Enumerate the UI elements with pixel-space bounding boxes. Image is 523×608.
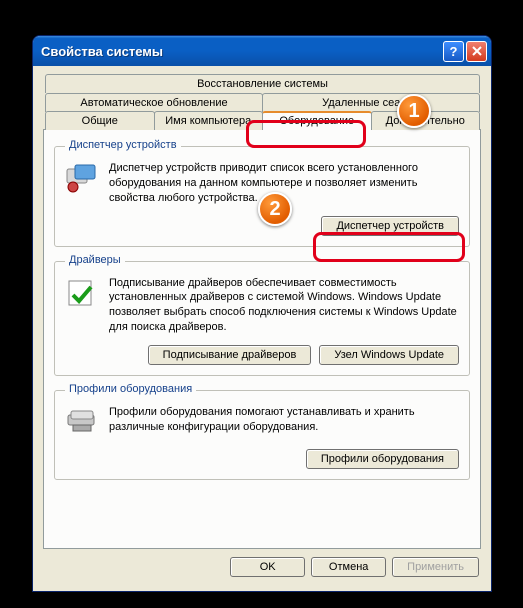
system-properties-window: Свойства системы ? Восстановление систем… — [32, 35, 492, 592]
tab-label: Оборудование — [279, 115, 354, 127]
group-title: Диспетчер устройств — [65, 139, 181, 151]
tab-row-1b: Автоматическое обновление Удаленные сеан… — [45, 93, 479, 112]
tab-label: Удаленные сеансы — [322, 97, 420, 109]
tab-hardware[interactable]: Оборудование — [262, 111, 372, 130]
close-button[interactable] — [466, 41, 487, 62]
tab-label: Дополнительно — [386, 115, 465, 127]
tab-remote-sessions[interactable]: Удаленные сеансы — [262, 93, 480, 112]
window-body: Восстановление системы Автоматическое об… — [33, 66, 491, 591]
tab-system-restore[interactable]: Восстановление системы — [45, 74, 480, 93]
tab-panel-hardware: Диспетчер устройств Диспетчер устройств … — [43, 129, 481, 549]
close-icon — [471, 45, 483, 57]
tab-row-1: Восстановление системы — [45, 74, 479, 93]
cancel-button[interactable]: Отмена — [311, 557, 386, 577]
group-text: Подписывание драйверов обеспечивает совм… — [109, 276, 459, 335]
apply-button[interactable]: Применить — [392, 557, 479, 577]
window-title: Свойства системы — [41, 44, 441, 59]
group-text: Профили оборудования помогают устанавлив… — [109, 405, 459, 439]
tab-label: Имя компьютера — [165, 115, 251, 127]
group-title: Профили оборудования — [65, 383, 196, 395]
tabs-area: Восстановление системы Автоматическое об… — [43, 74, 481, 549]
tab-general[interactable]: Общие — [45, 111, 155, 130]
tab-advanced[interactable]: Дополнительно — [371, 111, 481, 130]
tab-label: Общие — [82, 115, 118, 127]
tab-label: Восстановление системы — [197, 78, 328, 90]
group-drivers: Драйверы Подписывание драйверов обеспечи… — [54, 261, 470, 376]
tab-label: Автоматическое обновление — [80, 97, 227, 109]
titlebar[interactable]: Свойства системы ? — [33, 36, 491, 66]
tab-auto-update[interactable]: Автоматическое обновление — [45, 93, 263, 112]
device-manager-icon — [65, 161, 99, 195]
ok-button[interactable]: OK — [230, 557, 305, 577]
hw-profiles-icon — [65, 405, 99, 439]
group-hw-profiles: Профили оборудования Профили оборудовани… — [54, 390, 470, 480]
group-text: Диспетчер устройств приводит список всег… — [109, 161, 459, 206]
dialog-buttons: OK Отмена Применить — [43, 549, 481, 581]
group-title: Драйверы — [65, 254, 125, 266]
hw-profiles-button[interactable]: Профили оборудования — [306, 449, 459, 469]
group-device-manager: Диспетчер устройств Диспетчер устройств … — [54, 146, 470, 247]
driver-signing-button[interactable]: Подписывание драйверов — [148, 345, 312, 365]
device-manager-button[interactable]: Диспетчер устройств — [321, 216, 459, 236]
tab-computer-name[interactable]: Имя компьютера — [154, 111, 264, 130]
tab-row-2: Общие Имя компьютера Оборудование Дополн… — [45, 111, 479, 130]
windows-update-button[interactable]: Узел Windows Update — [319, 345, 459, 365]
drivers-icon — [65, 276, 99, 310]
help-button[interactable]: ? — [443, 41, 464, 62]
